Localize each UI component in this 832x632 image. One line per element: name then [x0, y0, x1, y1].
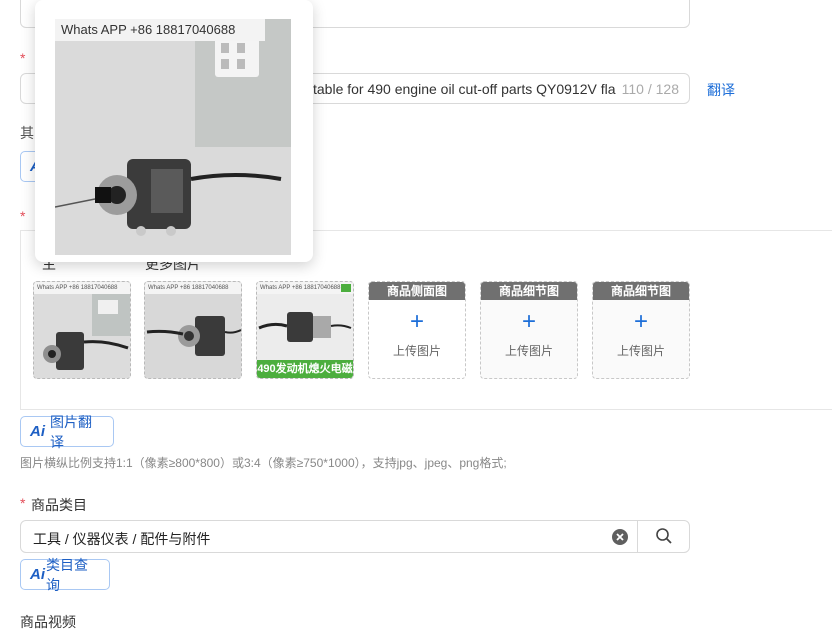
- uploaded-image[interactable]: Whats APP +86 18817040688 490发动机熄火电磁阀: [256, 281, 354, 379]
- product-photo: [34, 294, 130, 378]
- product-photo: [55, 19, 291, 255]
- image-translate-label: 图片翻译: [50, 413, 92, 450]
- upload-slot-side-image[interactable]: 商品侧面图 + 上传图片: [368, 281, 466, 379]
- required-mark: *: [20, 208, 26, 224]
- preview-image: Whats APP +86 18817040688: [55, 19, 291, 255]
- upload-label: 上传图片: [392, 344, 441, 358]
- clear-circle-icon[interactable]: [611, 528, 629, 546]
- uploaded-image[interactable]: Whats APP +86 18817040688: [33, 281, 131, 379]
- image-preview-popup: Whats APP +86 18817040688: [35, 0, 313, 262]
- category-value: 工具 / 仪器仪表 / 配件与附件: [33, 531, 211, 547]
- product-photo: [145, 294, 241, 378]
- required-mark: *: [20, 495, 26, 511]
- search-button[interactable]: [637, 520, 690, 553]
- slot-header: 商品侧面图: [369, 282, 465, 300]
- uploaded-image[interactable]: Whats APP +86 18817040688: [144, 281, 242, 379]
- video-label: 商品视频: [20, 614, 76, 630]
- upload-label: 上传图片: [616, 344, 665, 358]
- ai-icon: Ai: [30, 566, 45, 583]
- translate-link[interactable]: 翻译: [707, 80, 735, 100]
- plus-icon: +: [409, 308, 424, 335]
- image-format-hint: 图片横纵比例支持1:1（像素≥800*800）或3:4（像素≥750*1000）…: [20, 456, 507, 470]
- slot-header: 商品细节图: [481, 282, 577, 300]
- category-query-label: 类目查询: [46, 556, 88, 593]
- category-input[interactable]: 工具 / 仪器仪表 / 配件与附件: [20, 520, 690, 553]
- title-input-text: table for 490 engine oil cut-off parts Q…: [313, 81, 616, 97]
- required-mark: *: [20, 50, 26, 66]
- category-label: 商品类目: [31, 497, 87, 513]
- title-counter: 110 / 128: [621, 81, 679, 97]
- search-icon: [656, 528, 672, 544]
- category-query-button[interactable]: Ai 类目查询: [20, 557, 110, 593]
- upload-slot-detail-image[interactable]: 商品细节图 + 上传图片: [480, 281, 578, 379]
- plus-icon: +: [633, 308, 648, 335]
- preview-watermark: Whats APP +86 18817040688: [55, 19, 265, 41]
- other-label-fragment: 其: [20, 125, 34, 141]
- slot-header: 商品细节图: [593, 282, 689, 300]
- plus-icon: +: [521, 308, 536, 335]
- ai-icon: Ai: [30, 423, 45, 440]
- image-caption: 490发动机熄火电磁阀: [257, 360, 353, 378]
- image-translate-button[interactable]: Ai 图片翻译: [20, 414, 114, 450]
- upload-label: 上传图片: [504, 344, 553, 358]
- upload-slot-detail-image[interactable]: 商品细节图 + 上传图片: [592, 281, 690, 379]
